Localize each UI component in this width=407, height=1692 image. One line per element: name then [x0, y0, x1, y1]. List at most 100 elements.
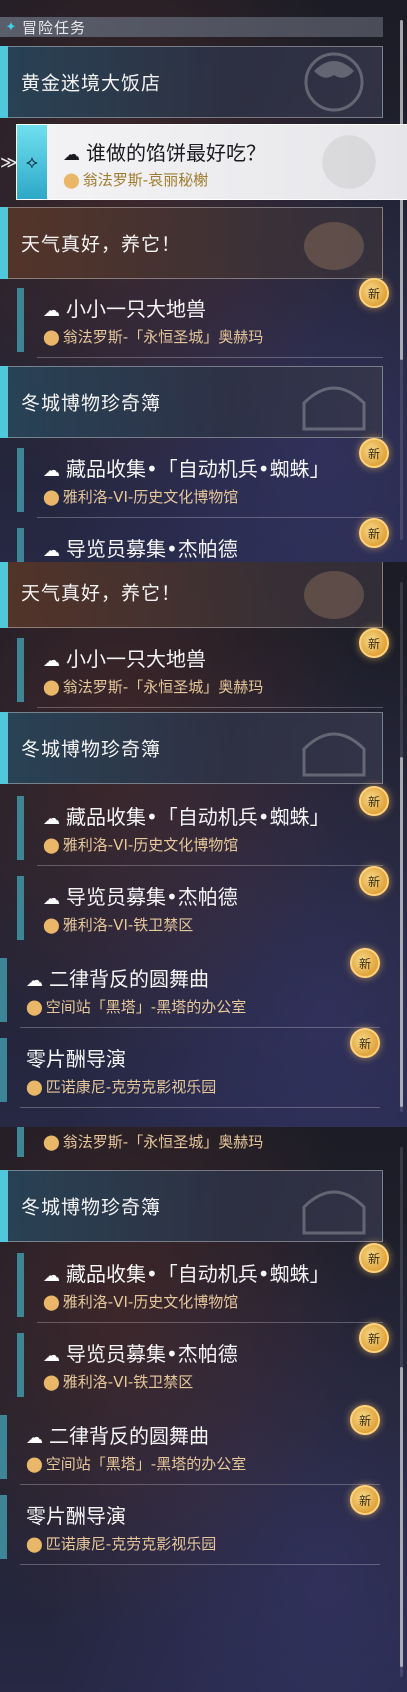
quest-group-title: 天气真好，养它！	[21, 582, 182, 605]
location-pin-icon: ⬤	[43, 678, 60, 696]
quest-title: 小小一只大地兽	[66, 297, 206, 321]
section-header: ✦ 冒险任务	[0, 17, 383, 37]
quest-item[interactable]: ☁ 导览员募集•杰帕德 ⬤ 雅利洛-VI-铁卫禁区 新	[17, 1323, 389, 1403]
diamond-icon: ✦	[5, 19, 17, 35]
location-pin-icon: ⬤	[43, 488, 60, 506]
quest-location: 空间站「黑塔」-黑塔的办公室	[45, 998, 247, 1016]
quest-location: 雅利洛-VI-历史文化博物馆	[62, 488, 239, 506]
quest-list-panel-2: 天气真好，养它！ ☁ 小小一只大地兽 ⬤ 翁法罗斯-「永恒圣城」奥赫玛 新 冬城博物…	[0, 562, 407, 1127]
quest-title: 藏品收集•「自动机兵•蜘蛛」	[66, 1262, 330, 1286]
quest-group-title: 冬城博物珍奇簿	[21, 392, 162, 415]
new-badge: 新	[359, 1243, 389, 1273]
quest-item[interactable]: ☁ 导览员募集•杰帕德 ⬤ 雅利洛-VI-铁卫禁区 新	[17, 866, 389, 946]
new-badge: 新	[350, 948, 380, 978]
new-badge: 新	[359, 438, 389, 468]
quest-group-title: 冬城博物珍奇簿	[21, 738, 162, 761]
quest-item[interactable]: ☁ 藏品收集•「自动机兵•蜘蛛」 ⬤ 雅利洛-VI-历史文化博物馆 新	[17, 786, 389, 866]
quest-item[interactable]: 零片酬导演 ⬤ 匹诺康尼-克劳克影视乐园 新	[0, 1028, 380, 1108]
location-pin-icon: ⬤	[43, 1133, 60, 1151]
location-pin-icon: ⬤	[26, 998, 43, 1016]
quest-bubble-icon: ☁	[43, 889, 60, 909]
quest-title: 零片酬导演	[26, 1047, 126, 1071]
quest-location: 翁法罗斯-「永恒圣城」奥赫玛	[62, 678, 264, 696]
quest-location: 匹诺康尼-克劳克影视乐园	[45, 1078, 217, 1096]
quest-group-museum[interactable]: 冬城博物珍奇簿	[0, 1170, 383, 1242]
scrollbar[interactable]	[400, 20, 403, 540]
quest-item-selected[interactable]: ⟡ ☁ 谁做的馅饼最好吃？ ⬤ 翁法罗斯-哀丽秘榭	[16, 124, 407, 200]
building-emblem-icon	[302, 732, 366, 777]
new-badge: 新	[350, 1405, 380, 1435]
quest-title: 导览员募集•杰帕德	[66, 537, 238, 561]
quest-bubble-icon: ☁	[43, 651, 60, 671]
location-pin-icon: ⬤	[43, 1293, 60, 1311]
quest-location: 翁法罗斯-哀丽秘榭	[82, 171, 209, 189]
quest-bubble-icon: ☁	[43, 1266, 60, 1286]
scrollbar-thumb[interactable]	[400, 757, 403, 1107]
quest-title: 二律背反的圆舞曲	[49, 967, 209, 991]
building-emblem-icon	[302, 1190, 366, 1235]
quest-location: 雅利洛-VI-历史文化博物馆	[62, 1293, 239, 1311]
new-badge: 新	[359, 628, 389, 658]
quest-item[interactable]: ☁ 导览员募集•杰帕德 新	[17, 518, 389, 562]
quest-group-weather[interactable]: 天气真好，养它！	[0, 207, 383, 279]
quest-bubble-icon: ☁	[43, 301, 60, 321]
new-badge: 新	[359, 518, 389, 548]
quest-item[interactable]: ⬤ 翁法罗斯-「永恒圣城」奥赫玛	[17, 1127, 383, 1163]
quest-location: 翁法罗斯-「永恒圣城」奥赫玛	[62, 328, 264, 346]
quest-title: 导览员募集•杰帕德	[66, 1342, 238, 1366]
quest-item[interactable]: ☁ 小小一只大地兽 ⬤ 翁法罗斯-「永恒圣城」奥赫玛 新	[17, 278, 389, 358]
section-title: 冒险任务	[22, 18, 87, 37]
creature-emblem-icon	[304, 222, 364, 270]
location-pin-icon: ⬤	[43, 916, 60, 934]
scrollbar[interactable]	[400, 582, 403, 1112]
quest-item[interactable]: ☁ 二律背反的圆舞曲 ⬤ 空间站「黑塔」-黑塔的办公室 新	[0, 1405, 380, 1485]
quest-group-museum[interactable]: 冬城博物珍奇簿	[0, 712, 383, 784]
quest-bubble-icon: ☁	[43, 809, 60, 829]
quest-group-museum[interactable]: 冬城博物珍奇簿	[0, 366, 383, 438]
building-emblem-icon	[302, 386, 366, 431]
quest-title: 二律背反的圆舞曲	[49, 1424, 209, 1448]
quest-location: 雅利洛-VI-历史文化博物馆	[62, 836, 239, 854]
quest-bubble-icon: ☁	[43, 461, 60, 481]
quest-list-panel-1: ✦ 冒险任务 黄金迷境大饭店 ≫ ⟡ ☁ 谁做的馅饼最好吃？ ⬤ 翁法罗斯-哀丽秘榭…	[0, 0, 407, 562]
new-badge: 新	[359, 1323, 389, 1353]
face-emblem-icon	[322, 135, 376, 189]
location-pin-icon: ⬤	[26, 1535, 43, 1553]
selected-marker-icon: ⟡	[17, 125, 47, 199]
new-badge: 新	[359, 786, 389, 816]
quest-title: 藏品收集•「自动机兵•蜘蛛」	[66, 805, 330, 829]
quest-title: 谁做的馅饼最好吃？	[86, 141, 266, 165]
location-pin-icon: ⬤	[43, 836, 60, 854]
crest-emblem-icon	[304, 52, 364, 112]
new-badge: 新	[350, 1485, 380, 1515]
quest-bubble-icon: ☁	[26, 971, 43, 991]
quest-item[interactable]: ☁ 藏品收集•「自动机兵•蜘蛛」 ⬤ 雅利洛-VI-历史文化博物馆 新	[17, 1243, 389, 1323]
location-pin-icon: ⬤	[43, 328, 60, 346]
quest-title: 导览员募集•杰帕德	[66, 885, 238, 909]
scrollbar-thumb[interactable]	[400, 1367, 403, 1667]
location-pin-icon: ⬤	[63, 171, 80, 189]
quest-item[interactable]: 零片酬导演 ⬤ 匹诺康尼-克劳克影视乐园 新	[0, 1485, 380, 1565]
quest-title: 藏品收集•「自动机兵•蜘蛛」	[66, 457, 330, 481]
quest-bubble-icon: ☁	[63, 145, 80, 165]
quest-location: 翁法罗斯-「永恒圣城」奥赫玛	[62, 1133, 264, 1151]
quest-group-title: 黄金迷境大饭店	[21, 72, 162, 95]
quest-bubble-icon: ☁	[26, 1428, 43, 1448]
quest-bubble-icon: ☁	[43, 1346, 60, 1366]
new-badge: 新	[350, 1028, 380, 1058]
new-badge: 新	[359, 278, 389, 308]
quest-item[interactable]: ☁ 小小一只大地兽 ⬤ 翁法罗斯-「永恒圣城」奥赫玛 新	[17, 628, 389, 708]
quest-group-golden-hotel[interactable]: 黄金迷境大饭店	[0, 46, 383, 118]
quest-item[interactable]: ☁ 藏品收集•「自动机兵•蜘蛛」 ⬤ 雅利洛-VI-历史文化博物馆 新	[17, 438, 389, 518]
quest-location: 雅利洛-VI-铁卫禁区	[62, 1373, 194, 1391]
quest-location: 雅利洛-VI-铁卫禁区	[62, 916, 194, 934]
location-pin-icon: ⬤	[26, 1078, 43, 1096]
quest-item[interactable]: ☁ 二律背反的圆舞曲 ⬤ 空间站「黑塔」-黑塔的办公室 新	[0, 948, 380, 1028]
scrollbar[interactable]	[400, 1147, 403, 1677]
creature-emblem-icon	[304, 571, 364, 619]
quest-title: 零片酬导演	[26, 1504, 126, 1528]
quest-group-title: 天气真好，养它！	[21, 233, 182, 256]
quest-bubble-icon: ☁	[43, 541, 60, 561]
quest-group-title: 冬城博物珍奇簿	[21, 1196, 162, 1219]
quest-group-weather[interactable]: 天气真好，养它！	[0, 562, 383, 628]
